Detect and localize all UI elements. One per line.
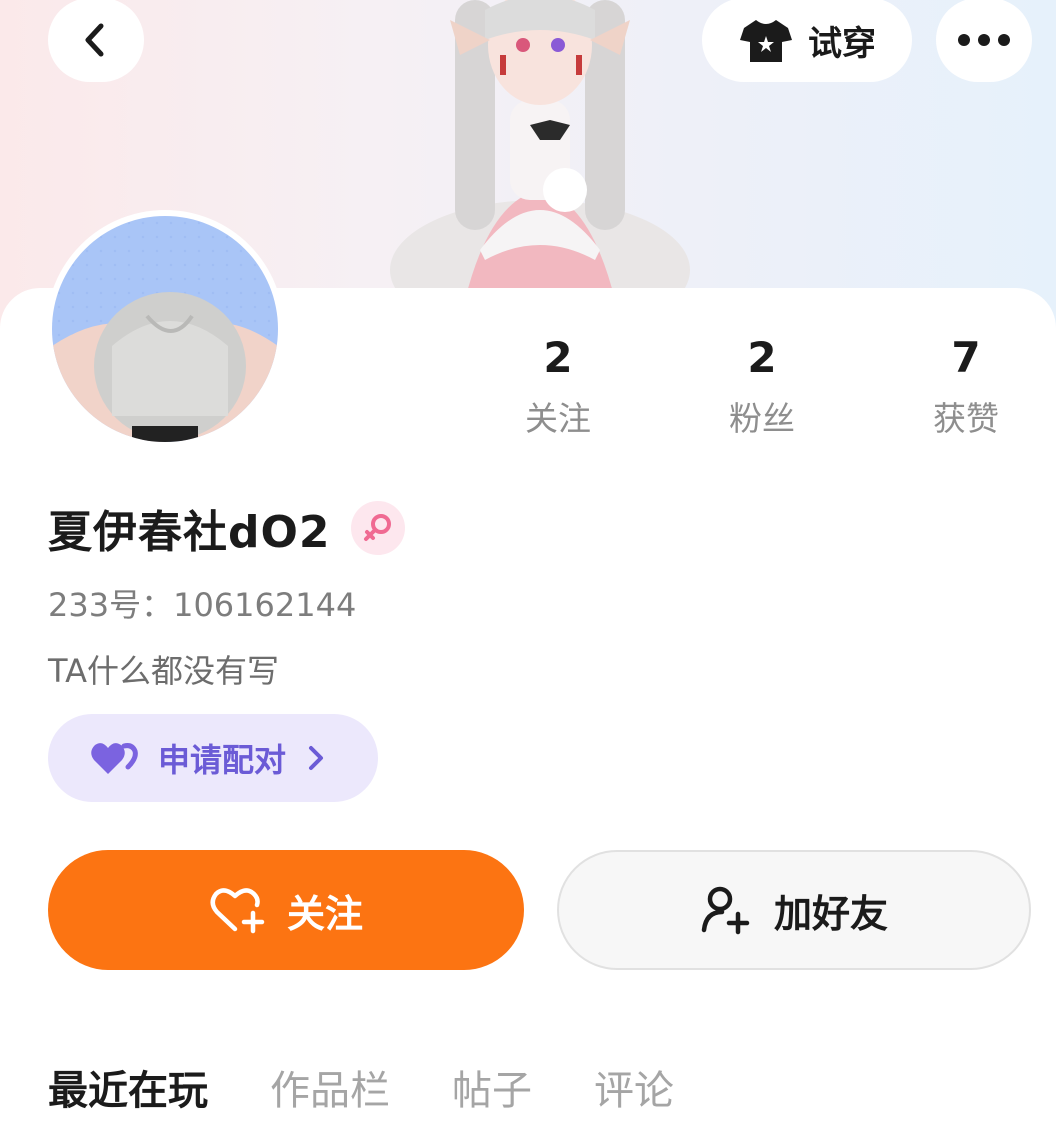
stat-label: 获赞 — [933, 399, 999, 438]
tab-posts[interactable]: 帖子 — [452, 1058, 532, 1116]
tshirt-icon — [740, 20, 792, 62]
stat-likes[interactable]: 7 获赞 — [864, 330, 1056, 440]
user-id: 233号：106162144 — [48, 586, 357, 624]
follow-button[interactable]: 关注 — [48, 850, 524, 970]
hearts-icon — [91, 743, 138, 774]
add-user-icon — [701, 886, 750, 935]
request-pairing-button[interactable]: 申请配对 — [48, 714, 378, 802]
avatar[interactable] — [46, 210, 284, 448]
profile-name: 夏伊春社dO2 — [48, 507, 331, 558]
stat-label: 关注 — [525, 399, 591, 438]
stat-value: 7 — [951, 333, 981, 382]
stat-value: 2 — [543, 333, 573, 382]
gender-badge — [350, 501, 405, 555]
follow-label: 关注 — [286, 891, 363, 936]
more-dots-icon — [958, 34, 1010, 46]
try-on-label: 试穿 — [808, 23, 876, 64]
try-on-button[interactable]: 试穿 — [702, 0, 912, 82]
avatar-character-figure — [390, 0, 690, 300]
avatar-image — [52, 216, 278, 442]
heart-plus-icon — [210, 888, 265, 934]
stat-fans[interactable]: 2 粉丝 — [660, 330, 864, 440]
stat-label: 粉丝 — [729, 399, 795, 438]
add-friend-button[interactable]: 加好友 — [557, 850, 1031, 970]
add-friend-label: 加好友 — [773, 891, 888, 936]
female-icon — [363, 514, 391, 541]
stats-row: 2 关注 2 粉丝 7 获赞 — [456, 330, 1056, 440]
tab-comments[interactable]: 评论 — [594, 1058, 674, 1116]
chevron-right-icon — [309, 746, 324, 770]
back-button[interactable] — [48, 0, 144, 82]
profile-tabs: 最近在玩 作品栏 帖子 评论 — [48, 1058, 674, 1116]
stat-value: 2 — [747, 333, 777, 382]
more-button[interactable] — [936, 0, 1032, 82]
stat-following[interactable]: 2 关注 — [456, 330, 660, 440]
request-pairing-label: 申请配对 — [158, 741, 287, 779]
name-row: 夏伊春社dO2 — [48, 496, 405, 560]
chevron-left-icon — [85, 23, 104, 57]
tab-works[interactable]: 作品栏 — [270, 1058, 390, 1116]
tab-recently-played[interactable]: 最近在玩 — [48, 1058, 208, 1116]
bio-text: TA什么都没有写 — [48, 652, 279, 690]
